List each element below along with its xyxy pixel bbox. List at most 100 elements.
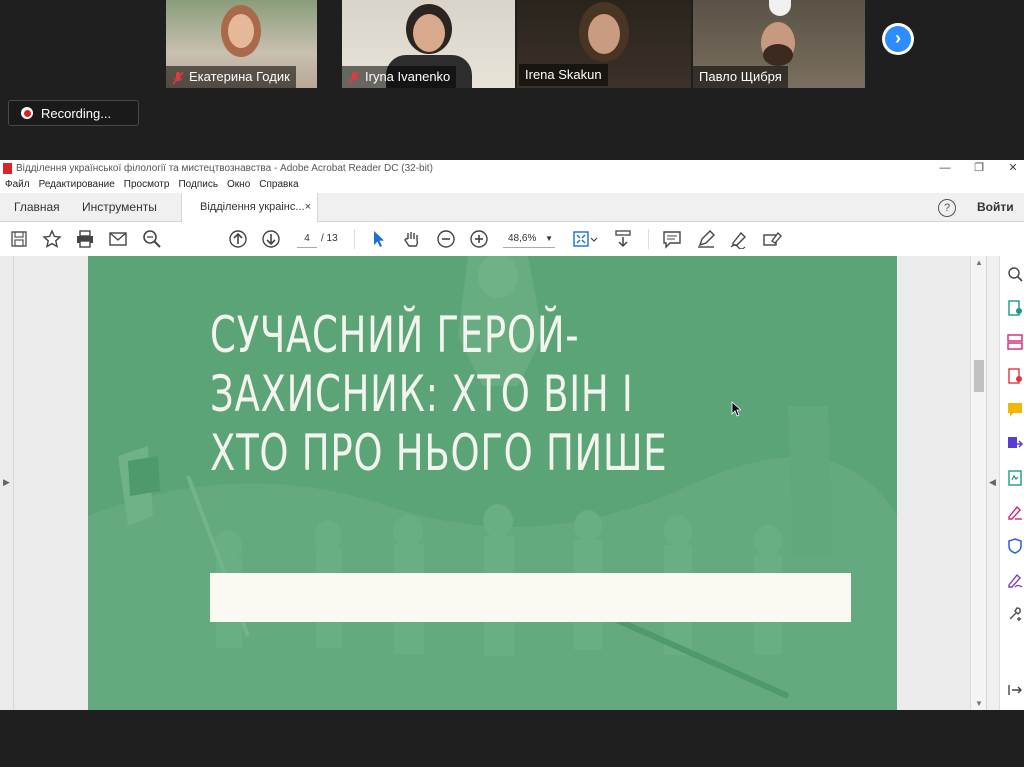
close-tab-icon[interactable]: × [305,193,311,221]
slide-page: СУЧАСНИЙ ГЕРОЙ- ЗАХИСНИК: ХТО ВІН І ХТО … [88,256,897,710]
participant-name: Irena Skakun [525,67,602,82]
zoom-tool-icon[interactable] [1007,266,1023,282]
expand-right-icon: ◀ [989,477,996,487]
highlight-pen-icon[interactable] [696,229,716,249]
chevron-down-icon: ▼ [545,234,553,243]
next-participants-button[interactable]: › [882,23,914,55]
zoom-select[interactable]: 48,6% ▼ [503,231,555,248]
page-number-input[interactable]: 4 [297,231,317,248]
record-icon [21,107,33,119]
acrobat-window: Відділення української філології та мист… [0,160,1024,710]
combine-files-icon[interactable] [1007,436,1024,452]
chevron-right-icon: › [885,26,911,52]
restore-icon[interactable]: ❐ [964,160,994,177]
hand-tool-icon[interactable] [402,229,422,249]
zoom-in-icon[interactable] [469,229,489,249]
sign-icon[interactable] [729,229,749,250]
scroll-mode-icon[interactable] [613,229,633,249]
fit-page-icon[interactable] [572,229,600,249]
fill-sign-icon[interactable] [762,229,782,249]
protect-icon[interactable] [1007,538,1023,554]
expand-left-icon: ▶ [3,477,10,487]
participant-tile-3[interactable]: Irena Skakun [517,0,691,88]
participant-nameplate: Irena Skakun [519,64,608,86]
window-title: Відділення української філології та мист… [16,163,433,174]
mouse-pointer-icon [731,401,741,417]
participant-tile-1[interactable]: Екатерина Годик [166,0,317,88]
recording-indicator[interactable]: Recording... [8,100,139,126]
email-icon[interactable] [108,229,128,249]
close-icon[interactable]: ✕ [998,160,1024,177]
tab-bar: Главная Инструменты Відділення украінс..… [0,193,1024,222]
create-pdf-icon[interactable] [1007,368,1023,384]
bookmark-star-icon[interactable] [42,229,62,249]
sign-in-button[interactable]: Войти [977,193,1014,221]
zoom-value: 48,6% [508,233,537,244]
document-view[interactable]: ▶ СУЧАСНИЙ ГЕРОЙ- ЗАХИСНИК: ХТО ВІН І ХТ… [0,256,986,710]
menu-file[interactable]: Файл [5,177,30,193]
participant-tile-4[interactable]: Павло Щибря [693,0,865,88]
scroll-down-icon[interactable]: ▼ [975,699,983,708]
title-bar: Відділення української філології та мист… [0,160,1024,177]
menu-help[interactable]: Справка [259,177,298,193]
vertical-scrollbar[interactable]: ▲ ▼ [970,256,986,710]
minimize-icon[interactable]: — [930,160,960,177]
help-icon[interactable]: ? [938,199,956,217]
comment-tool-icon[interactable] [1007,402,1023,418]
menu-window[interactable]: Окно [227,177,250,193]
meeting-bottom-area [0,710,1024,767]
participant-face [588,14,620,54]
participant-nameplate: Iryna Ivanenko [342,66,457,88]
slide-title: СУЧАСНИЙ ГЕРОЙ- ЗАХИСНИК: ХТО ВІН І ХТО … [210,306,668,483]
organize-pages-icon[interactable] [1007,334,1023,350]
search-icon[interactable] [142,229,162,249]
tools-pane: ◀ [986,256,1024,710]
mic-muted-icon [348,70,360,85]
scrollbar-thumb[interactable] [974,360,984,392]
export-pdf-icon[interactable] [1007,300,1023,316]
toolbar-separator [648,229,649,249]
more-tools-icon[interactable] [1007,606,1023,622]
acrobat-logo-icon [3,163,12,174]
recording-label: Recording... [41,105,112,121]
select-cursor-icon[interactable] [369,229,389,249]
tab-tools[interactable]: Инструменты [82,193,157,221]
next-page-icon[interactable] [261,229,281,249]
document-tab-label: Відділення украінс... [200,201,305,213]
participant-name: Iryna Ivanenko [365,69,451,84]
menu-view[interactable]: Просмотр [124,177,170,193]
participant-nameplate: Павло Щибря [693,66,788,88]
comment-icon[interactable] [662,229,682,249]
collapse-pane-icon[interactable] [1007,682,1023,698]
save-icon[interactable] [9,229,29,249]
slide-title-line: ХТО ПРО НЬОГО ПИШЕ [210,424,668,482]
right-panel-toggle[interactable]: ◀ [987,256,1000,710]
zoom-out-icon[interactable] [436,229,456,249]
menu-edit[interactable]: Редактирование [39,177,115,193]
participant-name: Павло Щибря [699,69,782,84]
menu-sign[interactable]: Подпись [178,177,218,193]
fill-sign-tool-icon[interactable] [1007,504,1023,520]
beard [763,44,793,66]
previous-page-icon[interactable] [228,229,248,249]
participant-name: Екатерина Годик [189,69,290,84]
request-signature-icon[interactable] [1007,572,1023,588]
tab-home[interactable]: Главная [14,193,60,221]
participant-face [228,14,254,48]
scan-ocr-icon[interactable] [1007,470,1023,486]
tab-document[interactable]: Відділення украінс... × [181,193,318,222]
page-total: / 13 [321,233,338,244]
menu-bar: Файл Редактирование Просмотр Подпись Окн… [0,177,299,193]
print-icon[interactable] [75,229,95,249]
participant-nameplate: Екатерина Годик [166,66,296,88]
scroll-up-icon[interactable]: ▲ [975,258,983,267]
slide-title-line: СУЧАСНИЙ ГЕРОЙ- [210,306,580,364]
toolbar: 4 / 13 48,6% ▼ [0,222,1024,257]
participant-tile-2[interactable]: Iryna Ivanenko [342,0,515,88]
mic-muted-icon [172,70,184,85]
participant-face [413,14,445,52]
slide-title-line: ЗАХИСНИК: ХТО ВІН І [210,365,634,423]
slide-text-box [210,573,851,622]
left-panel-toggle[interactable]: ▶ [0,256,14,710]
toolbar-separator [354,229,355,249]
